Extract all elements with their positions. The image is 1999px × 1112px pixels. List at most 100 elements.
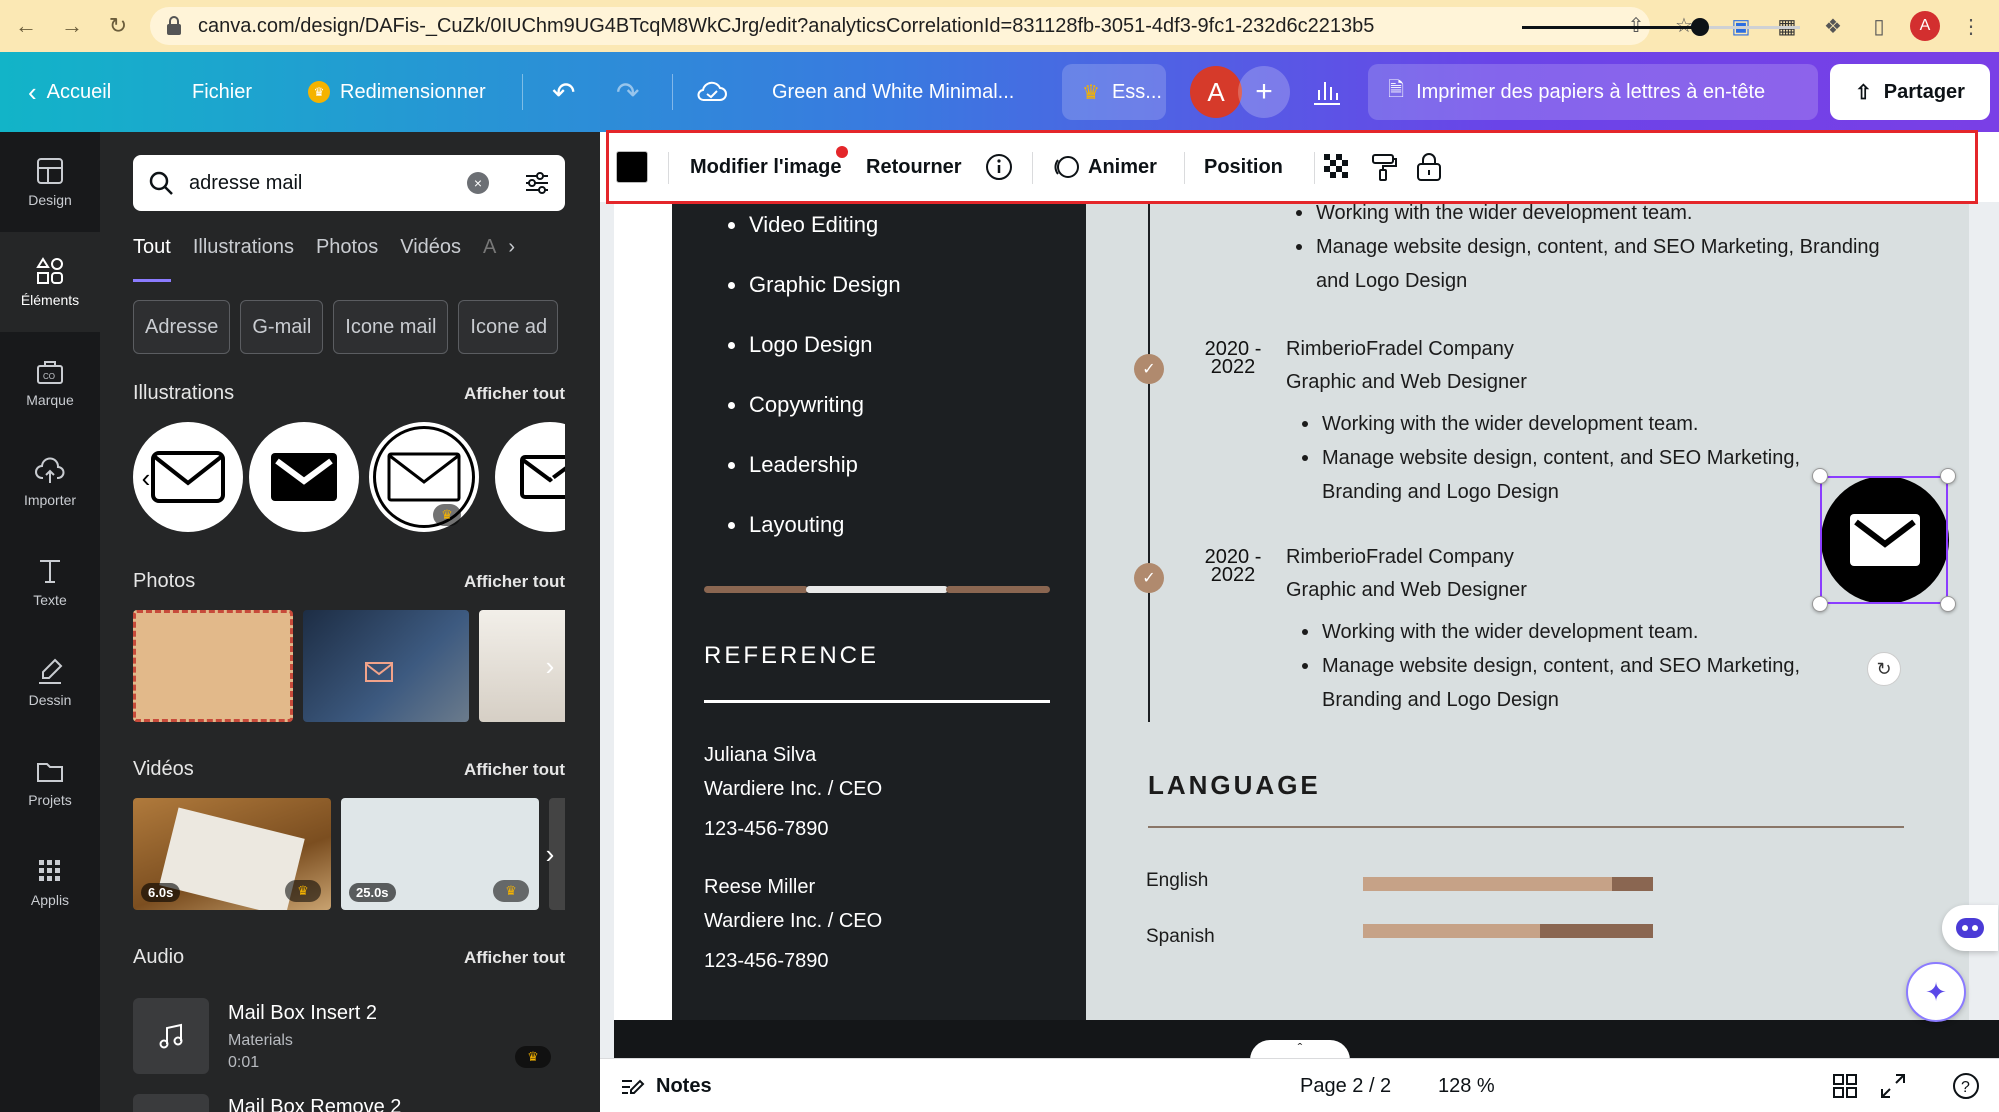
video-letter-wood[interactable]: 6.0s ♛ [133, 798, 331, 910]
user-avatar[interactable]: A [1190, 66, 1242, 118]
reference-phone: 123-456-7890 [704, 950, 829, 972]
reference-role: Wardiere Inc. / CEO [704, 778, 883, 800]
resize-handle[interactable] [1812, 596, 1828, 612]
search-input[interactable]: adresse mail × [133, 155, 565, 211]
chip-gmail[interactable]: G-mail [240, 300, 324, 354]
chip-icone-ad[interactable]: Icone ad [458, 300, 559, 354]
rail-item-design[interactable]: Design [0, 132, 100, 232]
lock-icon[interactable] [1416, 132, 1442, 202]
forward-icon[interactable]: → [52, 6, 92, 46]
see-all-illustrations-link[interactable]: Afficher tout [464, 384, 565, 404]
brand-icon: CO [37, 361, 63, 384]
experience-years: 2020 -2022 [1194, 547, 1272, 585]
invite-plus-button[interactable]: + [1238, 66, 1290, 118]
audio-duration: 0:01 [228, 1054, 260, 1071]
back-icon[interactable]: ← [6, 6, 46, 46]
copy-style-paint-roller-icon[interactable] [1370, 132, 1398, 202]
browser-menu-icon[interactable]: ⋮ [1956, 11, 1986, 41]
print-letterhead-button[interactable]: 🗎 Imprimer des papiers à lettres à en-tê… [1368, 64, 1818, 120]
undo-icon[interactable]: ↶ [552, 52, 575, 132]
experience-title: Graphic and Web Designer [1286, 371, 1527, 393]
resize-handle[interactable] [1940, 596, 1956, 612]
info-icon[interactable] [984, 132, 1014, 202]
chevron-right-icon[interactable]: › [508, 232, 515, 282]
side-panel-icon[interactable]: ▯ [1864, 11, 1894, 41]
share-button[interactable]: ⇧ Partager [1830, 64, 1990, 120]
help-icon[interactable]: ? [1952, 1059, 1980, 1112]
experience-bullet-cont: Branding and Logo Design [1322, 481, 1559, 503]
share-page-icon[interactable]: ⇧ [1621, 10, 1651, 40]
zoom-slider[interactable] [1522, 18, 1800, 36]
resize-handle[interactable] [1812, 468, 1828, 484]
context-toolbar: Modifier l'image Retourner Animer Positi… [600, 132, 1999, 202]
cloud-saved-icon[interactable] [696, 52, 728, 132]
flip-button[interactable]: Retourner [866, 132, 962, 202]
file-menu-button[interactable]: Fichier [192, 52, 252, 132]
tab-illustrations[interactable]: Illustrations [193, 232, 294, 282]
assistant-bot-icon[interactable] [1942, 905, 1998, 951]
address-bar[interactable]: canva.com/design/DAFis-_CuZk/0IUChm9UG4B… [150, 7, 1650, 45]
videos-row: 6.0s ♛ 25.0s ♛ › [133, 798, 565, 910]
videos-next-icon[interactable]: › [535, 798, 565, 910]
trial-button[interactable]: ♛ Ess... [1062, 64, 1166, 120]
reload-icon[interactable]: ↻ [98, 6, 138, 46]
resize-handle[interactable] [1940, 468, 1956, 484]
home-button[interactable]: ‹ Accueil [28, 52, 111, 132]
skill-label: Layouting [749, 512, 845, 537]
rail-item-elements[interactable]: Éléments [0, 232, 100, 332]
notes-button[interactable]: Notes [620, 1059, 712, 1112]
transparency-icon[interactable] [1322, 132, 1352, 202]
fullscreen-icon[interactable] [1880, 1059, 1906, 1112]
zoom-percent[interactable]: 128 % [1438, 1059, 1495, 1112]
position-button[interactable]: Position [1204, 132, 1283, 202]
chip-adresse[interactable]: Adresse [133, 300, 231, 354]
rotate-icon[interactable]: ↻ [1867, 652, 1901, 686]
puzzle-extensions-icon[interactable]: ❖ [1818, 11, 1848, 41]
animate-button[interactable]: Animer [1052, 132, 1157, 202]
profile-avatar[interactable]: A [1910, 11, 1940, 41]
filter-sliders-icon[interactable] [523, 169, 551, 197]
document-title[interactable]: Green and White Minimal... [772, 52, 1014, 132]
illustrations-prev-icon[interactable]: ‹ [133, 422, 161, 534]
grid-view-icon[interactable] [1832, 1059, 1858, 1112]
rail-item-brand[interactable]: CO Marque [0, 332, 100, 432]
redo-icon[interactable]: ↷ [616, 52, 639, 132]
photo-envelope-paper[interactable] [133, 610, 293, 722]
rail-item-projects[interactable]: Projets [0, 732, 100, 832]
see-all-audio-link[interactable]: Afficher tout [464, 948, 565, 968]
color-swatch[interactable] [616, 132, 648, 202]
zoom-slider-knob[interactable] [1690, 18, 1709, 36]
tab-photos[interactable]: Photos [316, 232, 378, 282]
tab-videos[interactable]: Vidéos [400, 232, 461, 282]
apps-icon [39, 860, 60, 881]
magic-sparkle-icon[interactable]: ✦ [1906, 962, 1966, 1022]
edit-image-button[interactable]: Modifier l'image [690, 132, 841, 202]
rail-item-apps[interactable]: Applis [0, 832, 100, 932]
page-indicator[interactable]: Page 2 / 2 [1300, 1059, 1391, 1112]
rail-item-upload[interactable]: Importer [0, 432, 100, 532]
video-duration: 25.0s [349, 883, 396, 902]
envelope-outline-icon [387, 452, 461, 502]
resume-main[interactable] [1086, 202, 1969, 1020]
see-all-photos-link[interactable]: Afficher tout [464, 572, 565, 592]
rail-item-draw[interactable]: Dessin [0, 632, 100, 732]
video-light-mail[interactable]: 25.0s ♛ [341, 798, 539, 910]
language-level-fill [1612, 877, 1653, 891]
chip-icone-mail[interactable]: Icone mail [333, 300, 449, 354]
clear-search-icon[interactable]: × [467, 172, 489, 194]
illustrations-next-icon[interactable]: › [537, 422, 565, 534]
mail-illustration-3[interactable]: ♛ [369, 422, 479, 532]
see-all-videos-link[interactable]: Afficher tout [464, 760, 565, 780]
photo-laptop-mail[interactable] [303, 610, 469, 722]
mail-illustration-2[interactable] [249, 422, 359, 532]
audio-item[interactable]: Mail Box Insert 2 Materials 0:01 ♛ [133, 998, 565, 1078]
audio-item[interactable]: Mail Box Remove 2 [133, 1094, 565, 1112]
tab-audio-truncated[interactable]: A [483, 232, 496, 282]
resize-button[interactable]: ♛ Redimensionner [308, 52, 486, 132]
tab-all[interactable]: Tout [133, 232, 171, 282]
position-label: Position [1204, 155, 1283, 178]
rail-item-text[interactable]: Texte [0, 532, 100, 632]
insights-chart-icon[interactable] [1312, 52, 1342, 132]
audio-header: Audio Afficher tout [133, 946, 565, 969]
photos-next-icon[interactable]: › [535, 610, 565, 722]
